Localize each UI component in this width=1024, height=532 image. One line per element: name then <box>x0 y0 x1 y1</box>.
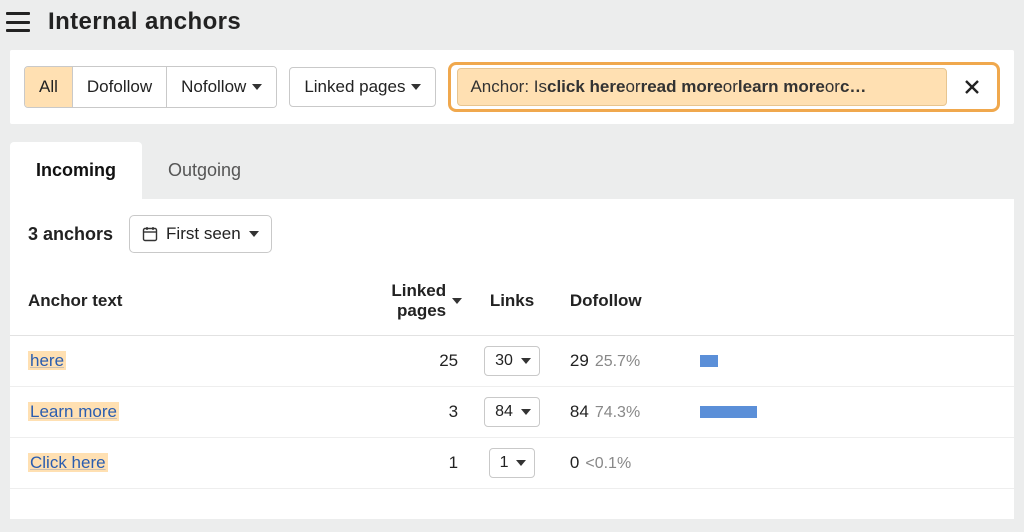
anchors-count: 3 anchors <box>28 224 113 245</box>
col-label: Linked pages <box>345 281 446 321</box>
dofollow-bar <box>700 406 757 418</box>
col-anchor-text[interactable]: Anchor text <box>10 269 335 336</box>
chip-term: click here <box>547 77 625 97</box>
chip-tail: c… <box>840 77 866 97</box>
col-links[interactable]: Links <box>472 269 552 336</box>
menu-icon[interactable] <box>6 12 30 32</box>
filter-toolbar: All Dofollow Nofollow Linked pages Ancho… <box>10 50 1014 124</box>
dofollow-cell: 84 74.3% <box>552 387 690 438</box>
segment-label: All <box>39 77 58 97</box>
chevron-down-icon <box>516 460 526 466</box>
chevron-down-icon <box>411 84 421 90</box>
page-title: Internal anchors <box>48 8 241 36</box>
dofollow-pct: <0.1% <box>585 455 631 472</box>
results-panel: 3 anchors First seen Anchor text Linked … <box>10 199 1014 519</box>
linked-pages-value: 3 <box>335 387 472 438</box>
dofollow-value: 29 <box>570 351 589 370</box>
chip-prefix: Anchor: Is <box>470 77 547 97</box>
anchor-text-link[interactable]: Click here <box>28 453 108 472</box>
tabs: Incoming Outgoing <box>10 142 1014 199</box>
segment-nofollow[interactable]: Nofollow <box>167 67 276 107</box>
dofollow-value: 0 <box>570 453 579 472</box>
tab-incoming[interactable]: Incoming <box>10 142 142 199</box>
links-value: 1 <box>500 454 509 472</box>
sort-label: First seen <box>166 224 241 244</box>
chip-or: or <box>723 77 738 97</box>
chip-or: or <box>825 77 840 97</box>
chip-or: or <box>625 77 640 97</box>
dofollow-cell: 0 <0.1% <box>552 438 690 489</box>
chevron-down-icon <box>252 84 262 90</box>
follow-segmented: All Dofollow Nofollow <box>24 66 277 108</box>
active-filter-highlight: Anchor: Is click here or read more or le… <box>448 62 1000 112</box>
linked-pages-value: 1 <box>335 438 472 489</box>
calendar-icon <box>142 226 158 242</box>
dofollow-pct: 25.7% <box>595 353 640 370</box>
close-icon[interactable] <box>953 68 991 106</box>
anchors-table: Anchor text Linked pages Links Dofollow … <box>10 269 1014 489</box>
dofollow-bar <box>700 355 718 367</box>
anchor-filter-chip[interactable]: Anchor: Is click here or read more or le… <box>457 68 947 106</box>
chevron-down-icon <box>452 298 462 304</box>
segment-all[interactable]: All <box>25 67 73 107</box>
dofollow-pct: 74.3% <box>595 404 640 421</box>
segment-label: Nofollow <box>181 77 246 97</box>
linked-pages-dropdown[interactable]: Linked pages <box>289 67 436 107</box>
links-dropdown[interactable]: 1 <box>489 448 536 478</box>
table-row: Click here 1 1 0 <0.1% <box>10 438 1014 489</box>
table-row: here 25 30 29 25.7% <box>10 336 1014 387</box>
col-bar <box>690 269 1015 336</box>
col-dofollow[interactable]: Dofollow <box>552 269 690 336</box>
dofollow-cell: 29 25.7% <box>552 336 690 387</box>
dropdown-label: Linked pages <box>304 77 405 97</box>
chevron-down-icon <box>521 409 531 415</box>
anchor-text-link[interactable]: here <box>28 351 66 370</box>
links-dropdown[interactable]: 30 <box>484 346 540 376</box>
table-row: Learn more 3 84 84 74.3% <box>10 387 1014 438</box>
tab-outgoing[interactable]: Outgoing <box>142 142 267 199</box>
col-linked-pages[interactable]: Linked pages <box>335 269 472 336</box>
dofollow-value: 84 <box>570 402 589 421</box>
chevron-down-icon <box>521 358 531 364</box>
linked-pages-value: 25 <box>335 336 472 387</box>
links-dropdown[interactable]: 84 <box>484 397 540 427</box>
links-value: 30 <box>495 352 513 370</box>
chevron-down-icon <box>249 231 259 237</box>
sort-dropdown[interactable]: First seen <box>129 215 272 253</box>
chip-term: learn more <box>738 77 825 97</box>
links-value: 84 <box>495 403 513 421</box>
chip-term: read more <box>641 77 723 97</box>
segment-dofollow[interactable]: Dofollow <box>73 67 167 107</box>
anchor-text-link[interactable]: Learn more <box>28 402 119 421</box>
segment-label: Dofollow <box>87 77 152 97</box>
